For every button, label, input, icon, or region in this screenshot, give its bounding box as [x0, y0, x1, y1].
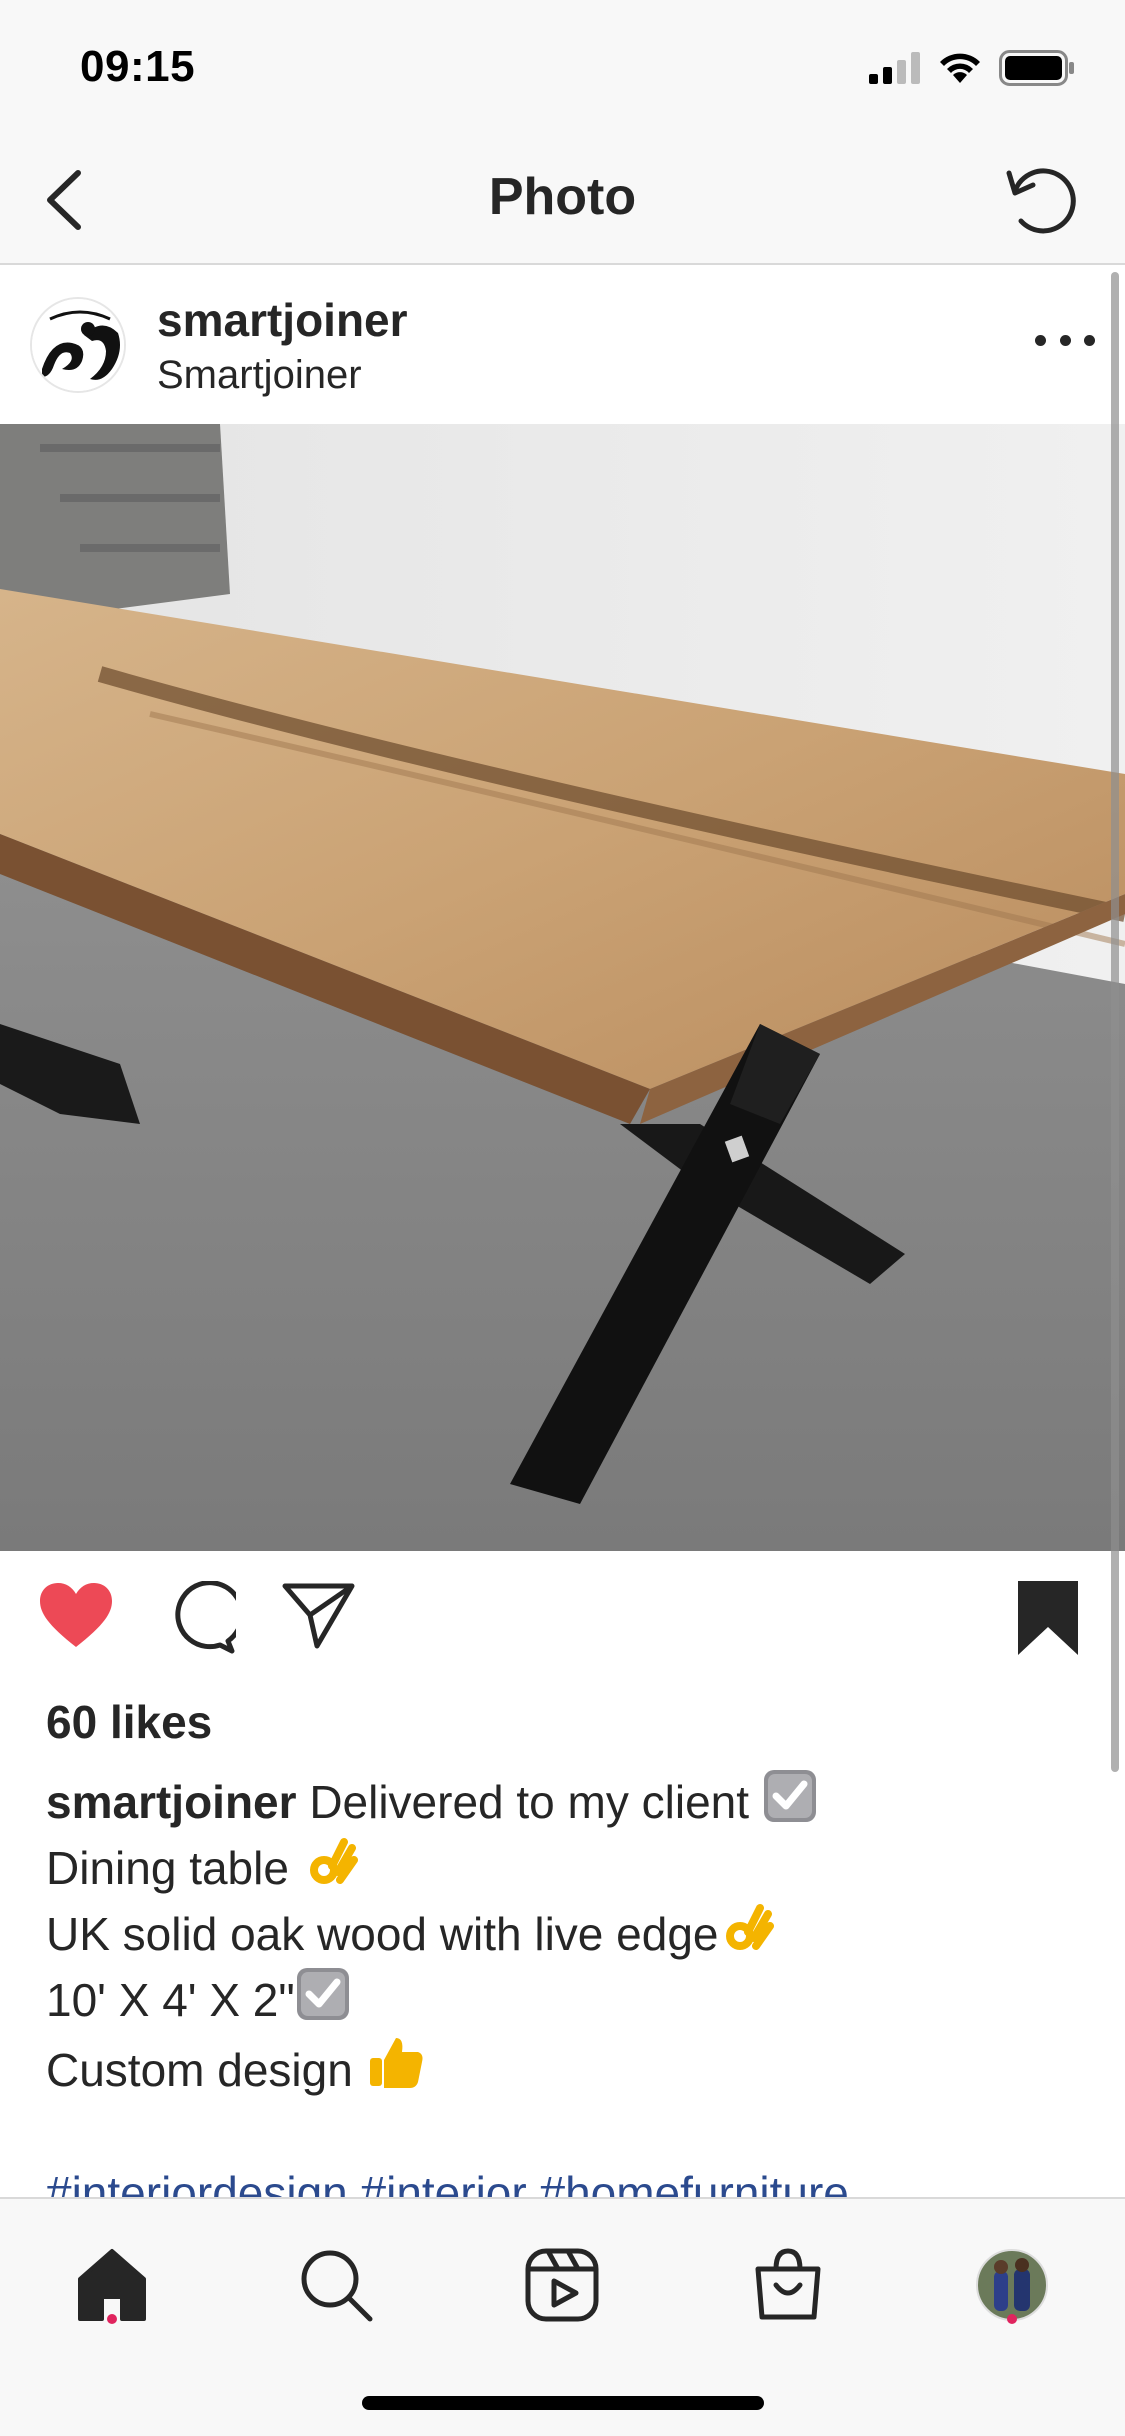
bookmark-icon: [1018, 1581, 1078, 1655]
tab-reels[interactable]: [512, 2235, 612, 2335]
scrollbar[interactable]: [1111, 272, 1119, 1772]
status-bar: 09:15: [0, 0, 1125, 135]
caption-line-1: smartjoiner Delivered to my client: [46, 1768, 1086, 1834]
dining-table-image: [0, 424, 1125, 1551]
refresh-icon: [1006, 168, 1076, 234]
tab-shop[interactable]: [738, 2235, 838, 2335]
likes-count[interactable]: 60 likes: [46, 1695, 212, 1749]
check-box-emoji-icon: [296, 1968, 349, 2020]
check-box-emoji-icon: [763, 1770, 816, 1822]
ok-hand-emoji-icon: [726, 1904, 775, 1950]
post-actions: [0, 1551, 1125, 1691]
thumbs-up-emoji-icon: [369, 2038, 423, 2088]
post-location[interactable]: Smartjoiner: [157, 353, 362, 398]
home-icon: [78, 2249, 146, 2321]
post-header: smartjoiner Smartjoiner: [0, 267, 1125, 424]
more-options-button[interactable]: [1035, 325, 1095, 355]
reels-icon: [525, 2248, 599, 2322]
avatar[interactable]: [30, 297, 126, 393]
page-title: Photo: [488, 168, 637, 226]
comment-icon: [175, 1580, 245, 1654]
post-username[interactable]: smartjoiner: [157, 293, 408, 347]
status-time: 09:15: [80, 42, 196, 91]
save-button[interactable]: [1016, 1579, 1080, 1664]
nav-bar: Photo: [0, 135, 1125, 265]
battery-icon: [999, 50, 1074, 86]
status-icons: [869, 50, 1075, 86]
smartjoiner-logo: [32, 299, 124, 391]
post-caption: smartjoiner Delivered to my client Dinin…: [46, 1768, 1086, 2225]
home-indicator: [362, 2396, 764, 2410]
search-icon: [301, 2250, 373, 2322]
more-horizontal-icon: [1035, 334, 1046, 346]
heart-icon: [40, 1583, 112, 1647]
profile-avatar: [976, 2249, 1048, 2321]
share-button[interactable]: [282, 1581, 356, 1656]
caption-author[interactable]: smartjoiner: [46, 1776, 297, 1828]
home-notification-dot: [107, 2314, 117, 2324]
ok-hand-emoji-icon: [309, 1838, 358, 1884]
refresh-button[interactable]: [999, 157, 1083, 241]
profile-notification-dot: [1007, 2314, 1017, 2324]
wifi-icon: [940, 53, 980, 83]
shop-bag-icon: [755, 2248, 821, 2320]
post-photo[interactable]: [0, 424, 1125, 1551]
tab-search[interactable]: [286, 2235, 386, 2335]
cellular-signal-icon: [869, 52, 920, 84]
send-icon: [282, 1583, 355, 1649]
like-button[interactable]: [38, 1581, 114, 1656]
comment-button[interactable]: [162, 1580, 245, 1660]
